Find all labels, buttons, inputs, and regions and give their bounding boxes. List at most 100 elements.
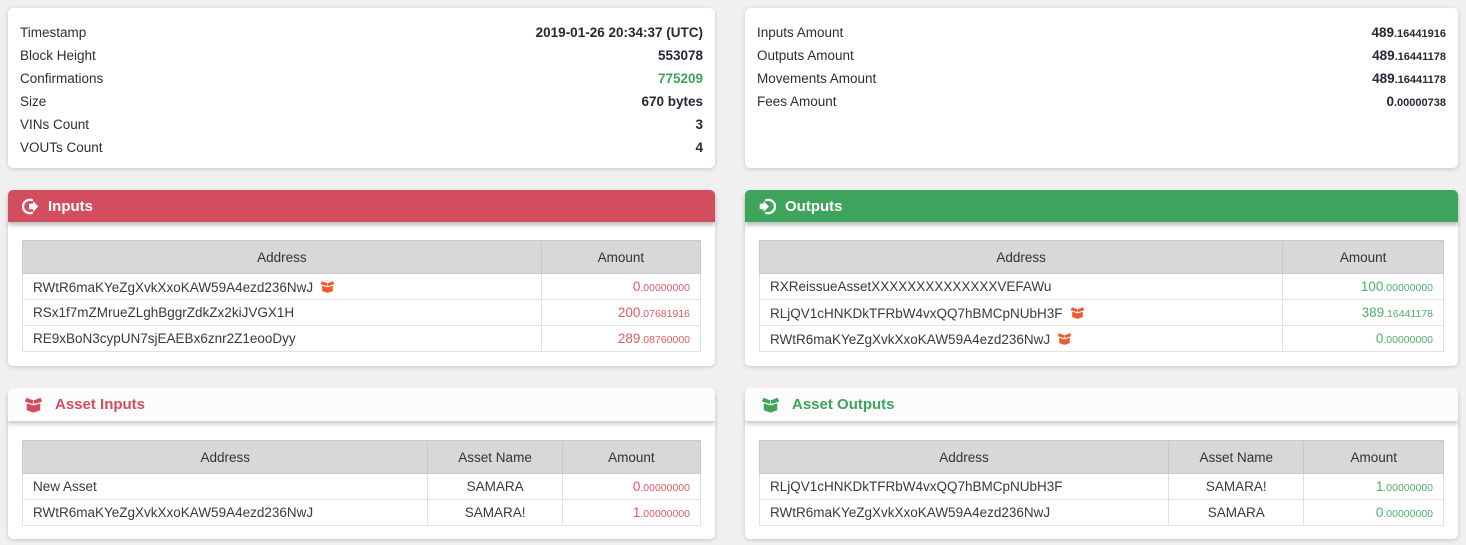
summary-label: Size <box>20 94 47 109</box>
summary-label: VOUTs Count <box>20 140 103 155</box>
address-text[interactable]: RWtR6maKYeZgXvkXxoKAW59A4ezd236NwJ <box>33 280 313 295</box>
box-open-icon <box>1070 305 1085 320</box>
table-row: New Asset SAMARA 0.00000000 <box>21 473 702 500</box>
amounts-summary-card: Inputs Amount 489.16441916 Outputs Amount 4… <box>745 8 1458 168</box>
sign-out-icon <box>22 198 39 215</box>
sign-in-icon <box>759 198 776 215</box>
summary-label: VINs Count <box>20 117 90 132</box>
amount-cell: 289.08760000 <box>540 325 702 352</box>
asset-inputs-table: Address Asset Name Amount New Asset SAMAR… <box>21 440 702 526</box>
table-row: RLjQV1cHNKDkTFRbW4vxQQ7hBMCpNUbH3F 389.16… <box>758 299 1444 326</box>
summary-row: Fees Amount 0.00000738 <box>757 90 1446 113</box>
address-cell[interactable]: RE9xBoN3cypUN7sjEAEBx6znr2Z1eooDyy <box>22 325 542 352</box>
amount-value: 100.00000000 <box>1361 279 1433 294</box>
asset-name-column-header: Asset Name <box>427 440 563 474</box>
summary-row: Outputs Amount 489.16441178 <box>757 44 1446 67</box>
amount-decimals: .16441916 <box>1394 28 1446 40</box>
inputs-table: Address Amount RWtR6maKYeZgXvkXxoKAW59A4… <box>22 240 702 352</box>
address-cell[interactable]: RWtR6maKYeZgXvkXxoKAW59A4ezd236NwJ <box>22 273 542 300</box>
address-text[interactable]: RWtR6maKYeZgXvkXxoKAW59A4ezd236NwJ <box>33 505 313 520</box>
address-text[interactable]: RXReissueAssetXXXXXXXXXXXXXXVEFAWu <box>770 279 1051 294</box>
address-text[interactable]: RWtR6maKYeZgXvkXxoKAW59A4ezd236NwJ <box>770 332 1050 347</box>
amount-decimals: .08760000 <box>640 334 690 346</box>
address-column-header: Address <box>21 440 429 474</box>
amount-value: 289.08760000 <box>618 331 690 346</box>
asset-name-cell: SAMARA <box>1168 499 1305 526</box>
box-open-icon <box>1057 331 1072 346</box>
amount-value: 489.16441916 <box>1371 25 1446 40</box>
amount-value: 0.00000000 <box>1376 505 1433 520</box>
summary-label: Block Height <box>20 48 96 63</box>
amount-cell: 200.07681916 <box>540 299 702 326</box>
address-cell[interactable]: RLjQV1cHNKDkTFRbW4vxQQ7hBMCpNUbH3F <box>758 473 1170 500</box>
asset-outputs-body: Address Asset Name Amount RLjQV1cHNKDkTF… <box>745 421 1458 539</box>
asset-name-cell: SAMARA <box>427 473 563 500</box>
address-text[interactable]: RE9xBoN3cypUN7sjEAEBx6znr2Z1eooDyy <box>33 331 296 346</box>
summary-label: Timestamp <box>20 25 87 40</box>
amount-decimals: .00000000 <box>640 282 690 294</box>
outputs-section: Outputs Address Amount RXReissueAssetXXX… <box>745 190 1458 366</box>
address-cell[interactable]: RSx1f7mZMrueZLghBggrZdkZx2kiJVGX1H <box>22 299 542 326</box>
amount-value: 0.00000000 <box>633 479 690 494</box>
amount-cell: 389.16441178 <box>1282 299 1444 326</box>
address-text[interactable]: RLjQV1cHNKDkTFRbW4vxQQ7hBMCpNUbH3F <box>770 479 1063 494</box>
amount-cell: 0.00000000 <box>561 473 702 500</box>
address-text[interactable]: New Asset <box>33 479 97 494</box>
table-row: RXReissueAssetXXXXXXXXXXXXXXVEFAWu 100.00… <box>758 273 1444 300</box>
summary-row: Size 670 bytes <box>20 90 703 113</box>
address-cell[interactable]: RWtR6maKYeZgXvkXxoKAW59A4ezd236NwJ <box>758 499 1170 526</box>
asset-row: Asset Inputs Address Asset Name Amount N… <box>0 388 1466 539</box>
asset-outputs-section: Asset Outputs Address Asset Name Amount … <box>745 388 1458 539</box>
summary-label: Inputs Amount <box>757 25 844 40</box>
address-cell[interactable]: RLjQV1cHNKDkTFRbW4vxQQ7hBMCpNUbH3F <box>758 299 1284 326</box>
amount-column-header: Amount <box>1282 240 1444 274</box>
address-cell[interactable]: RXReissueAssetXXXXXXXXXXXXXXVEFAWu <box>758 273 1284 300</box>
amount-integer: 200 <box>617 305 641 320</box>
amount-value: 389.16441178 <box>1362 305 1433 320</box>
amount-value: 489.16441178 <box>1372 71 1446 86</box>
box-open-icon <box>320 279 335 294</box>
inputs-header: Inputs <box>8 190 715 222</box>
amount-decimals: .16441178 <box>1394 51 1446 63</box>
summary-row: Block Height 553078 <box>20 44 703 67</box>
table-header-row: Address Asset Name Amount <box>758 440 1444 474</box>
asset-outputs-table: Address Asset Name Amount RLjQV1cHNKDkTF… <box>758 440 1444 526</box>
amount-integer: 389 <box>1361 305 1385 320</box>
summary-row: VINs Count 3 <box>20 113 703 136</box>
address-text[interactable]: RSx1f7mZMrueZLghBggrZdkZx2kiJVGX1H <box>33 305 294 320</box>
inputs-outputs-row: Inputs Address Amount RWtR6maKYeZgXvkXxo… <box>0 190 1466 366</box>
amount-decimals: .00000000 <box>640 482 690 494</box>
summary-value: 3 <box>695 117 703 132</box>
summary-value: 4 <box>695 140 703 155</box>
table-row: RE9xBoN3cypUN7sjEAEBx6znr2Z1eooDyy 289.08… <box>22 325 702 352</box>
amount-decimals: .00000000 <box>1383 482 1433 494</box>
amount-value: 1.00000000 <box>633 505 690 520</box>
box-open-icon <box>24 395 43 414</box>
summary-label: Fees Amount <box>757 94 837 109</box>
box-open-icon <box>761 395 780 414</box>
address-column-header: Address <box>22 240 542 274</box>
tx-summary-card: Timestamp 2019-01-26 20:34:37 (UTC) Block … <box>8 8 715 168</box>
asset-outputs-header: Asset Outputs <box>745 388 1458 421</box>
amount-integer: 489 <box>1371 25 1394 40</box>
summary-row: VOUTs Count 4 <box>20 136 703 159</box>
address-text[interactable]: RLjQV1cHNKDkTFRbW4vxQQ7hBMCpNUbH3F <box>770 306 1063 321</box>
asset-inputs-title: Asset Inputs <box>55 396 146 413</box>
inputs-title: Inputs <box>48 197 93 215</box>
address-column-header: Address <box>758 440 1170 474</box>
amount-value: 200.07681916 <box>618 305 690 320</box>
summary-row: Confirmations 775209 <box>20 67 703 90</box>
address-cell[interactable]: RWtR6maKYeZgXvkXxoKAW59A4ezd236NwJ <box>758 325 1284 352</box>
amount-integer: 0 <box>1386 94 1394 109</box>
table-row: RWtR6maKYeZgXvkXxoKAW59A4ezd236NwJ 0.0000… <box>758 325 1444 352</box>
asset-inputs-section: Asset Inputs Address Asset Name Amount N… <box>8 388 715 539</box>
amount-integer: 100 <box>1360 279 1384 294</box>
address-cell[interactable]: New Asset <box>21 473 429 500</box>
summary-label: Confirmations <box>20 71 104 86</box>
address-text[interactable]: RWtR6maKYeZgXvkXxoKAW59A4ezd236NwJ <box>770 505 1050 520</box>
asset-outputs-title: Asset Outputs <box>792 396 895 413</box>
address-cell[interactable]: RWtR6maKYeZgXvkXxoKAW59A4ezd236NwJ <box>21 499 429 526</box>
amount-value: 0.00000738 <box>1386 94 1446 109</box>
amount-value: 1.00000000 <box>1376 479 1433 494</box>
summary-value: 775209 <box>657 71 703 86</box>
